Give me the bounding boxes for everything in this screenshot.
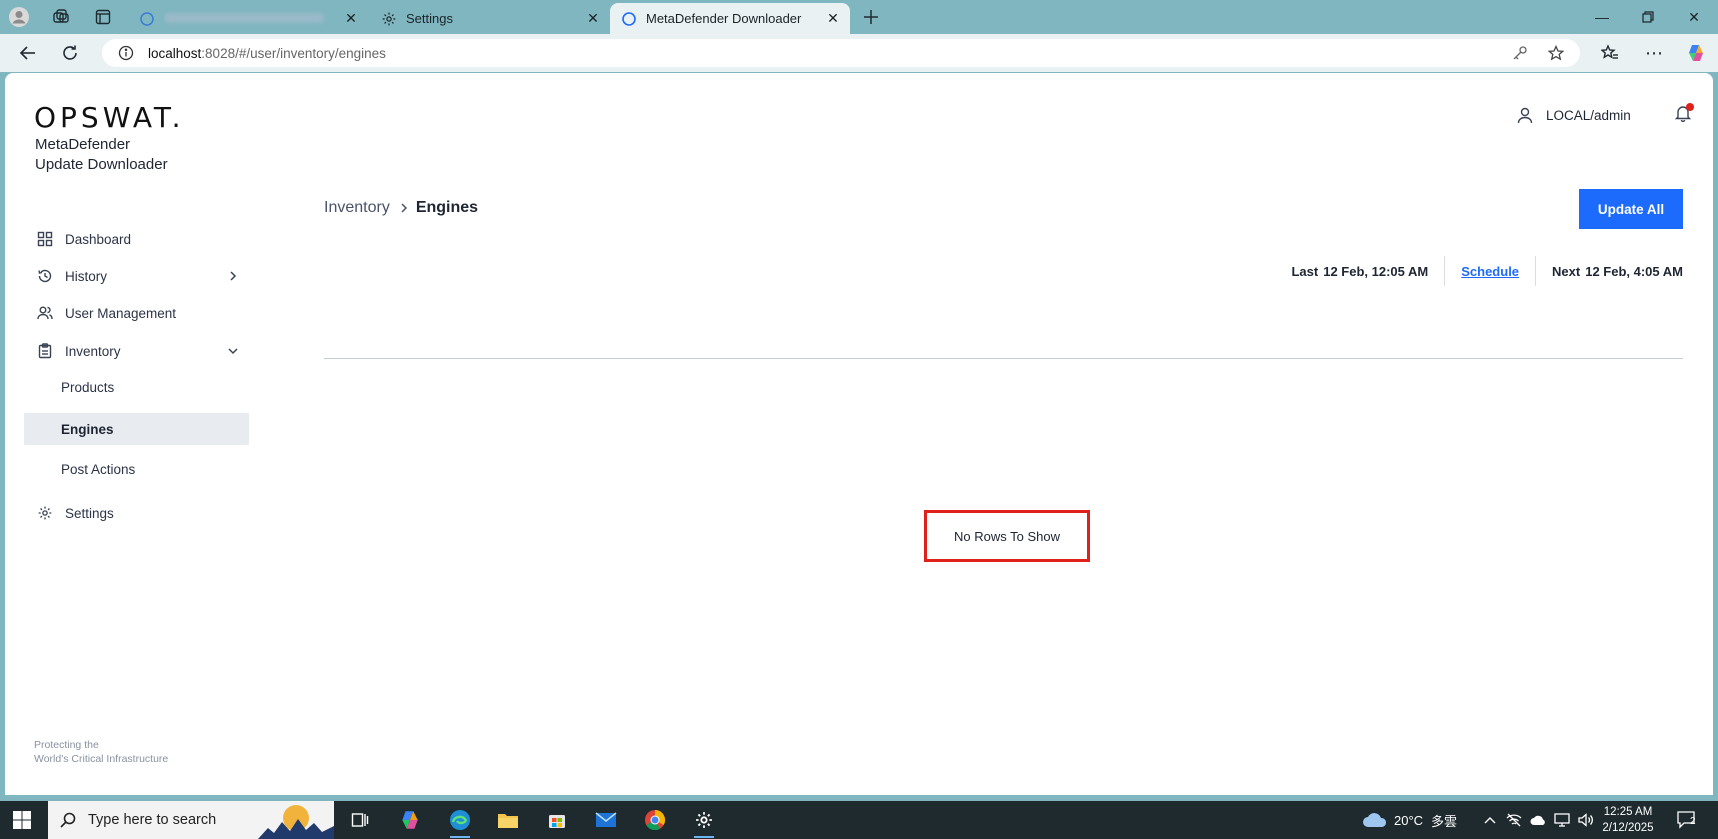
user-menu[interactable]: LOCAL/admin (1515, 103, 1631, 127)
refresh-icon[interactable] (58, 41, 82, 65)
weather-description: 多雲 (1431, 813, 1458, 829)
temperature: 20°C (1394, 812, 1424, 828)
minimize-icon[interactable]: — (1580, 4, 1624, 30)
schedule-info: Last 12 Feb, 12:05 AM Schedule Next 12 F… (1291, 256, 1683, 286)
notification-count: 2 (1690, 816, 1696, 827)
key-icon[interactable] (1510, 43, 1530, 63)
sidebar-item-dashboard[interactable]: Dashboard (24, 223, 249, 255)
system-tray (1484, 801, 1594, 839)
search-icon (58, 810, 78, 830)
edge-browser-icon[interactable] (446, 806, 474, 838)
breadcrumb-engines: Engines (415, 199, 479, 216)
file-explorer-icon[interactable] (494, 806, 522, 834)
cloud-icon (1362, 811, 1388, 829)
chevron-up-icon[interactable] (1484, 816, 1496, 824)
grid-header-divider (324, 358, 1683, 359)
sidebar-item-engines[interactable]: Engines (24, 413, 249, 445)
close-tab-icon[interactable]: ✕ (824, 10, 842, 28)
workspaces-icon[interactable] (50, 6, 72, 28)
footer-tagline: Protecting the World's Critical Infrastr… (34, 739, 169, 765)
opswat-logo: OPSWAT. (34, 101, 185, 134)
display-icon[interactable] (1554, 813, 1570, 827)
notification-center-icon[interactable]: 2 (1676, 801, 1698, 839)
weather-widget[interactable]: 20°C 多雲 (1362, 801, 1457, 839)
sidebar-item-inventory[interactable]: Inventory (24, 335, 249, 367)
search-highlight-icon (258, 804, 334, 839)
tab-loading-icon (620, 10, 638, 28)
back-arrow-icon[interactable] (16, 41, 40, 65)
task-view-icon[interactable] (346, 806, 374, 834)
update-all-button[interactable]: Update All (1579, 189, 1683, 229)
chevron-down-icon (225, 343, 241, 359)
gear-icon (380, 10, 398, 28)
browser-toolbar: localhost:8028/#/user/inventory/engines … (0, 34, 1718, 72)
onedrive-icon[interactable] (1530, 814, 1546, 826)
search-placeholder: Type here to search (88, 812, 217, 828)
url-path: :8028/#/user/inventory/engines (201, 45, 386, 61)
clipboard-icon (36, 342, 54, 360)
favorite-star-icon[interactable] (1546, 43, 1566, 63)
notifications-bell-icon[interactable] (1671, 101, 1695, 125)
tab-loading-icon (138, 10, 156, 28)
url-host: localhost (148, 45, 202, 61)
browser-tab-strip: ✕ Settings ✕ MetaDefender Downloader ✕ —… (0, 0, 1718, 34)
last-update: Last 12 Feb, 12:05 AM (1291, 263, 1429, 279)
mail-icon[interactable] (592, 806, 620, 834)
taskbar-search[interactable]: Type here to search (48, 801, 334, 839)
windows-start-icon[interactable] (12, 810, 32, 830)
new-tab-icon[interactable] (860, 6, 882, 28)
dashboard-icon (36, 230, 54, 248)
user-name: LOCAL/admin (1546, 107, 1631, 123)
chevron-right-icon (225, 268, 241, 284)
close-tab-icon[interactable]: ✕ (584, 10, 602, 28)
browser-tab-settings[interactable]: Settings ✕ (370, 3, 610, 34)
breadcrumb-inventory[interactable]: Inventory (324, 199, 390, 217)
close-tab-icon[interactable]: ✕ (342, 10, 360, 28)
sidebar-item-user-management[interactable]: User Management (24, 297, 249, 329)
sidebar-item-settings[interactable]: Settings (24, 497, 249, 529)
app-page: OPSWAT. MetaDefender Update Downloader D… (5, 73, 1713, 795)
notification-dot (1686, 103, 1694, 111)
product-name: MetaDefender Update Downloader (35, 136, 168, 173)
profile-avatar-icon[interactable] (8, 6, 30, 28)
favorites-icon[interactable] (1598, 41, 1622, 65)
settings-gear-icon[interactable] (690, 806, 718, 838)
windows-taskbar: Type here to search 20°C 多雲 12:25 AM 2/1… (0, 801, 1718, 839)
users-icon (36, 304, 54, 322)
browser-tab-metadefender[interactable]: MetaDefender Downloader ✕ (610, 3, 850, 34)
sidebar-item-post-actions[interactable]: Post Actions (24, 453, 249, 485)
restore-icon[interactable] (1626, 4, 1670, 30)
history-icon (36, 267, 54, 285)
close-window-icon[interactable]: ✕ (1672, 4, 1716, 30)
user-icon (1515, 105, 1535, 125)
gear-icon (36, 504, 54, 522)
empty-state-message: No Rows To Show (924, 510, 1090, 562)
copilot-app-icon[interactable] (396, 806, 424, 834)
schedule-link[interactable]: Schedule (1461, 264, 1519, 279)
chevron-right-icon (399, 202, 409, 214)
chrome-icon[interactable] (641, 806, 669, 834)
taskbar-clock[interactable]: 12:25 AM 2/12/2025 (1598, 804, 1658, 836)
breadcrumb: Inventory Engines (324, 197, 478, 219)
more-options-icon[interactable]: ⋯ (1642, 41, 1666, 65)
sidebar-item-products[interactable]: Products (24, 371, 249, 403)
network-off-icon[interactable] (1506, 813, 1522, 827)
tab-actions-icon[interactable] (92, 6, 114, 28)
site-info-icon[interactable] (116, 45, 136, 61)
sidebar-item-history[interactable]: History (24, 260, 249, 292)
copilot-icon[interactable] (1684, 41, 1708, 65)
next-update: Next 12 Feb, 4:05 AM (1552, 263, 1683, 279)
browser-tab-blurred[interactable]: ✕ (128, 3, 368, 34)
speaker-icon[interactable] (1578, 813, 1594, 827)
address-bar[interactable]: localhost:8028/#/user/inventory/engines (102, 39, 1580, 67)
microsoft-store-icon[interactable] (543, 806, 571, 834)
